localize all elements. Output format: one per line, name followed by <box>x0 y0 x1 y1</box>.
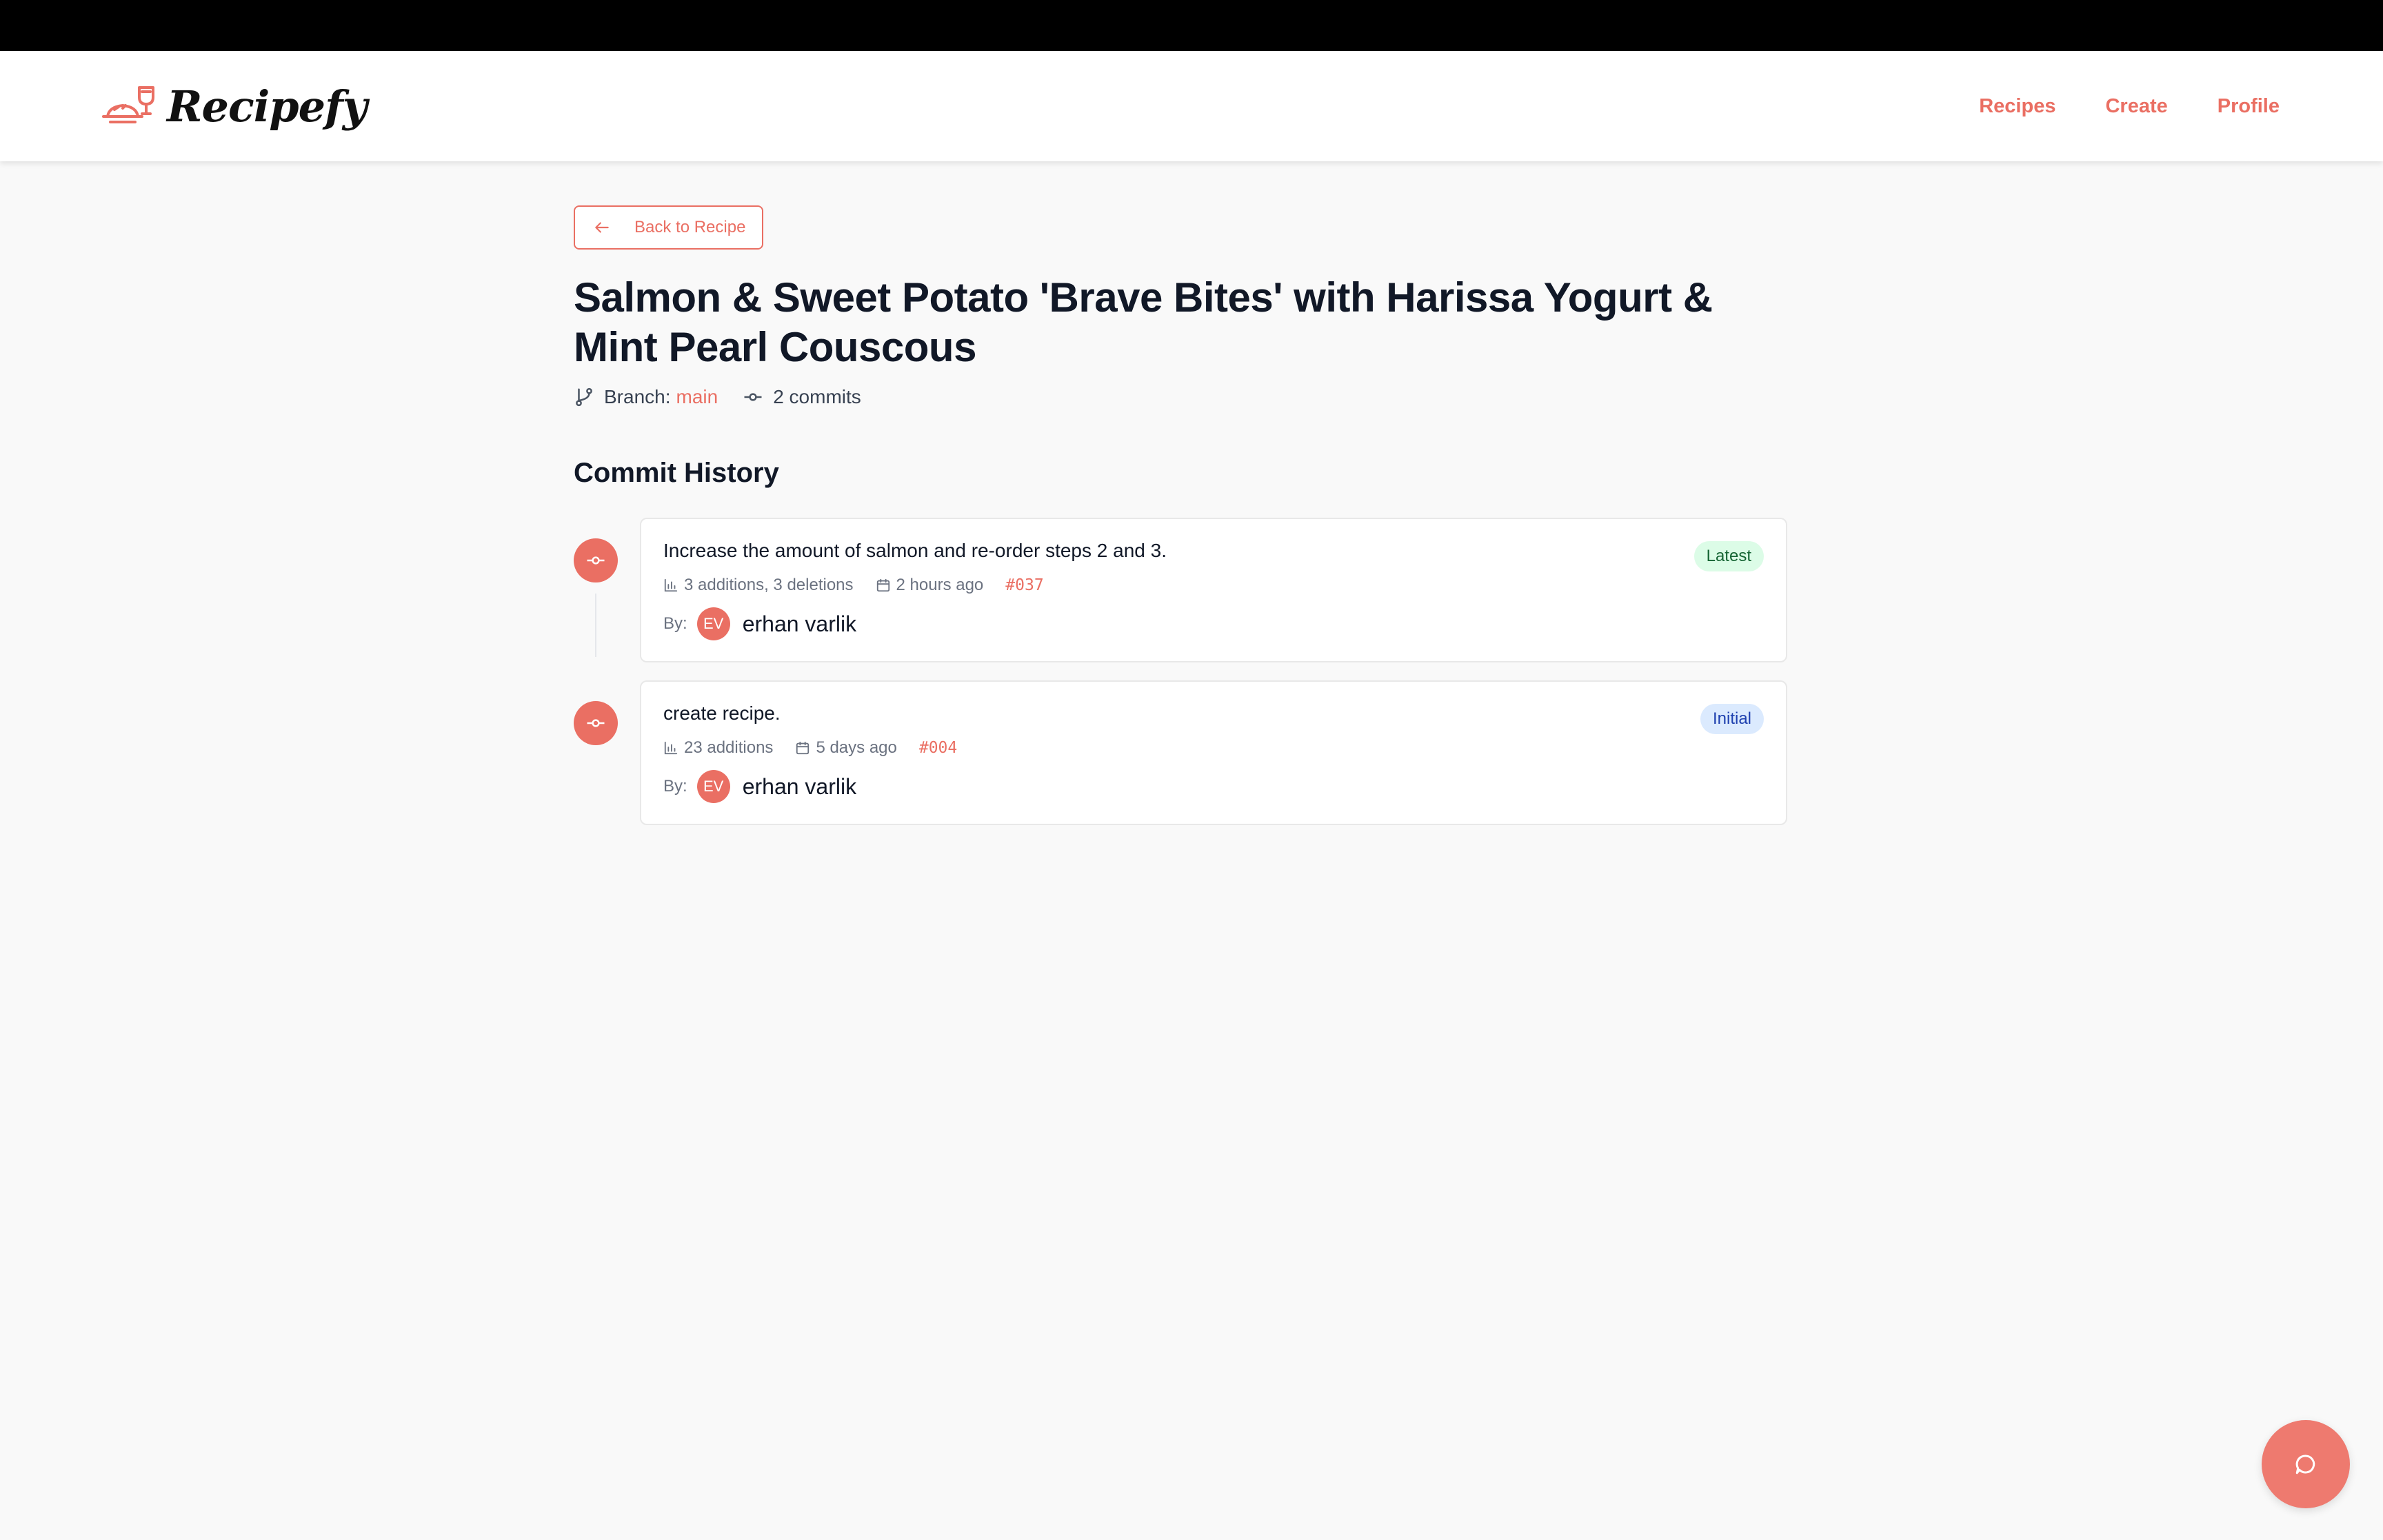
recipe-meta: Branch: main 2 commits <box>574 383 1787 411</box>
commit-changes: 23 additions <box>684 738 774 757</box>
calendar-icon <box>796 741 810 755</box>
commit-count: 2 commits <box>773 386 861 407</box>
commit-stats: 23 additions 5 days ago #004 <box>663 738 957 758</box>
app-name: Recipefy <box>167 81 368 132</box>
navbar: Recipefy Recipes Create Profile <box>0 51 2383 161</box>
commit-list: Increase the amount of salmon and re-ord… <box>574 518 1787 825</box>
back-button-label: Back to Recipe <box>634 218 746 236</box>
avatar: EV <box>696 607 730 640</box>
chat-button[interactable] <box>2262 1420 2350 1508</box>
author-name[interactable]: erhan varlik <box>743 774 856 800</box>
nav-create-link[interactable]: Create <box>2105 95 2167 118</box>
nav-profile-link[interactable]: Profile <box>2218 95 2280 118</box>
git-commit-icon <box>744 393 762 401</box>
git-commit-icon <box>587 719 605 727</box>
commit-hash[interactable]: #004 <box>919 739 957 757</box>
commit-stats: 3 additions, 3 deletions 2 hours ago #03… <box>663 576 1044 595</box>
calendar-icon <box>876 578 889 592</box>
bar-chart-icon <box>664 578 678 592</box>
author-name[interactable]: erhan varlik <box>743 611 856 637</box>
bar-chart-icon <box>664 741 678 755</box>
branch-label: Branch: <box>604 386 671 407</box>
logo[interactable]: Recipefy <box>101 72 368 141</box>
back-to-recipe-button[interactable]: Back to Recipe <box>574 205 764 250</box>
by-label: By: <box>663 614 687 633</box>
commit-message: Increase the amount of salmon and re-ord… <box>663 540 1167 561</box>
commit-message: create recipe. <box>663 702 781 724</box>
nav-recipes-link[interactable]: Recipes <box>1979 95 2055 118</box>
commit-author: By: EV erhan varlik <box>663 770 856 803</box>
git-commit-icon <box>587 556 605 565</box>
branch-value[interactable]: main <box>676 386 718 408</box>
timeline-connector <box>595 594 596 657</box>
avatar: EV <box>696 770 730 803</box>
commit-card[interactable]: Increase the amount of salmon and re-ord… <box>640 518 1787 662</box>
page-title: Salmon & Sweet Potato 'Brave Bites' with… <box>574 274 1713 370</box>
commit-author: By: EV erhan varlik <box>663 607 856 640</box>
commit-history-heading: Commit History <box>574 458 779 488</box>
latest-badge: Latest <box>1693 541 1764 571</box>
chat-icon <box>2295 1455 2315 1475</box>
recipefy-logo-icon <box>102 86 154 123</box>
commit-dot <box>574 538 618 582</box>
main-content: Back to Recipe Salmon & Sweet Potato 'Br… <box>574 205 1787 843</box>
initial-badge: Initial <box>1700 704 1764 734</box>
commit-item: create recipe. Initial 23 additions 5 da… <box>574 680 1787 825</box>
system-top-bar <box>0 0 2383 51</box>
commit-dot <box>574 701 618 745</box>
commit-card[interactable]: create recipe. Initial 23 additions 5 da… <box>640 680 1787 825</box>
main-nav: Recipes Create Profile <box>1979 51 2280 161</box>
commit-time: 2 hours ago <box>896 576 984 594</box>
arrow-left-icon <box>595 222 609 233</box>
by-label: By: <box>663 777 687 796</box>
commit-time: 5 days ago <box>816 738 897 757</box>
commit-changes: 3 additions, 3 deletions <box>684 576 854 594</box>
commit-item: Increase the amount of salmon and re-ord… <box>574 518 1787 662</box>
git-branch-icon <box>576 387 592 407</box>
commit-hash[interactable]: #037 <box>1005 576 1043 594</box>
